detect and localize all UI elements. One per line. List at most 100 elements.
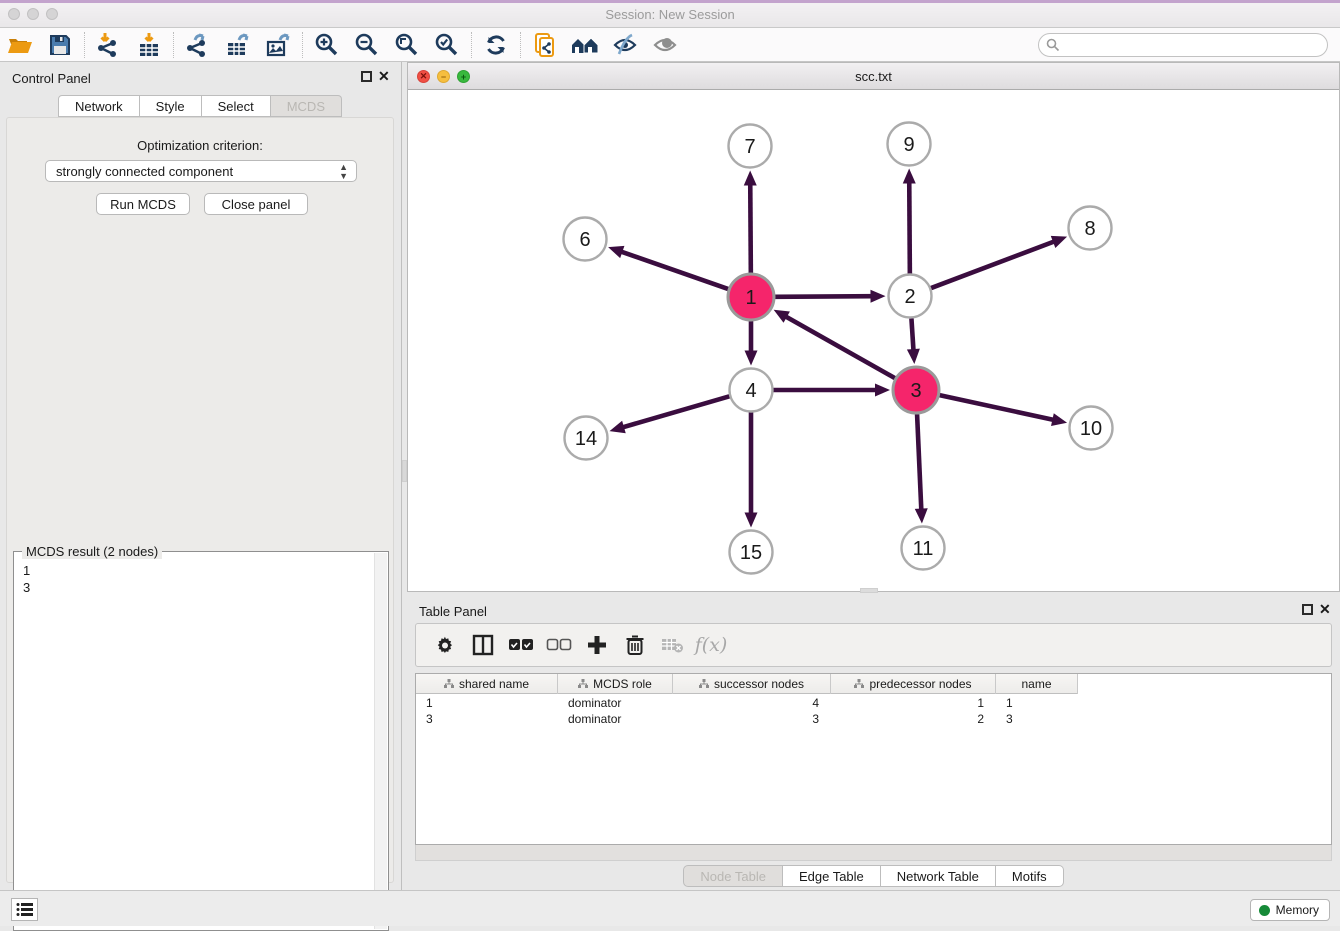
flat-hierarchy-icon <box>578 679 588 689</box>
save-session-icon <box>48 33 72 57</box>
edge-3-11[interactable] <box>917 414 921 512</box>
status-bar: Memory <box>0 890 1340 926</box>
column-header-MCDS-role[interactable]: MCDS role <box>558 674 673 694</box>
edge-1-6[interactable] <box>619 251 728 289</box>
hide-selected-button[interactable] <box>605 30 645 60</box>
refresh-button[interactable] <box>476 30 516 60</box>
show-all-button[interactable] <box>645 30 685 60</box>
export-network-icon <box>185 32 211 58</box>
memory-status-icon <box>1259 905 1270 916</box>
graph-node-label: 7 <box>744 136 755 158</box>
delete-table-button[interactable] <box>654 628 692 662</box>
edge-3-10[interactable] <box>939 395 1055 420</box>
import-table-button[interactable] <box>129 30 169 60</box>
network-window-title: scc.txt <box>408 69 1339 84</box>
tab-network-table[interactable]: Network Table <box>881 865 996 887</box>
column-header-name[interactable]: name <box>996 674 1078 694</box>
zoom-fit-icon <box>394 32 420 58</box>
search-input[interactable] <box>1038 33 1328 57</box>
mcds-result-title: MCDS result (2 nodes) <box>22 544 162 559</box>
tab-network[interactable]: Network <box>58 95 140 117</box>
close-panel-icon[interactable]: ✕ <box>378 69 390 83</box>
add-column-button[interactable] <box>578 628 616 662</box>
table-row[interactable]: 3dominator323 <box>416 711 1333 727</box>
float-table-panel-icon[interactable] <box>1302 604 1313 615</box>
zoom-out-button[interactable] <box>347 30 387 60</box>
first-neighbors-button[interactable] <box>565 30 605 60</box>
tab-mcds[interactable]: MCDS <box>271 95 342 117</box>
export-image-button[interactable] <box>258 30 298 60</box>
close-table-panel-icon[interactable]: ✕ <box>1319 602 1331 616</box>
table-cell: 2 <box>977 712 984 726</box>
node-table[interactable]: shared name MCDS role successor nodesprede… <box>415 673 1332 845</box>
run-mcds-button[interactable]: Run MCDS <box>96 193 190 215</box>
table-settings-icon <box>435 635 455 655</box>
table-settings-button[interactable] <box>426 628 464 662</box>
zoom-in-icon <box>314 32 340 58</box>
task-history-button[interactable] <box>11 898 38 921</box>
edge-2-9[interactable] <box>909 180 910 273</box>
edge-2-3[interactable] <box>911 318 913 352</box>
memory-label: Memory <box>1276 903 1319 917</box>
zoom-selected-button[interactable] <box>427 30 467 60</box>
network-canvas[interactable]: 7968124314101511 <box>408 90 1339 591</box>
export-network-button[interactable] <box>178 30 218 60</box>
save-session-button[interactable] <box>40 30 80 60</box>
close-panel-button[interactable]: Close panel <box>204 193 308 215</box>
memory-button[interactable]: Memory <box>1250 899 1330 921</box>
tab-motifs[interactable]: Motifs <box>996 865 1064 887</box>
table-cell: 1 <box>1006 696 1013 710</box>
result-scrollbar[interactable] <box>374 553 387 929</box>
graph-node-label: 11 <box>913 538 934 560</box>
edge-1-7[interactable] <box>750 182 751 273</box>
graph-node-label: 3 <box>910 380 921 402</box>
first-neighbors-icon <box>570 32 600 58</box>
column-header-successor-nodes[interactable]: successor nodes <box>673 674 831 694</box>
edge-4-14[interactable] <box>621 396 729 428</box>
zoom-fit-button[interactable] <box>387 30 427 60</box>
zoom-in-button[interactable] <box>307 30 347 60</box>
toolbar-separator <box>471 32 472 58</box>
network-window: ✕ − + scc.txt 7968124314101511 <box>407 62 1340 592</box>
criterion-dropdown[interactable]: strongly connected component ▲▼ <box>45 160 357 182</box>
column-selector-button[interactable] <box>464 628 502 662</box>
mcds-result-list[interactable]: 13 <box>15 558 375 928</box>
column-header-predecessor-nodes[interactable]: predecessor nodes <box>831 674 996 694</box>
table-row[interactable]: 1dominator411 <box>416 695 1333 711</box>
deselect-all-rows-button[interactable] <box>540 628 578 662</box>
delete-column-button[interactable] <box>616 628 654 662</box>
mcds-panel: Optimization criterion: strongly connect… <box>6 117 394 883</box>
function-builder-icon: f(x) <box>695 634 728 656</box>
dropdown-stepper-icon: ▲▼ <box>339 163 348 181</box>
edge-2-8[interactable] <box>931 241 1056 288</box>
function-builder-button[interactable]: f(x) <box>692 628 730 662</box>
export-table-button[interactable] <box>218 30 258 60</box>
import-network-button[interactable] <box>89 30 129 60</box>
column-header-label: shared name <box>459 677 529 691</box>
select-all-rows-button[interactable] <box>502 628 540 662</box>
table-cell: 1 <box>426 696 433 710</box>
table-hscrollbar[interactable] <box>415 845 1332 861</box>
titlebar-accent <box>0 0 1340 3</box>
column-header-shared-name[interactable]: shared name <box>416 674 558 694</box>
network-graph[interactable]: 7968124314101511 <box>408 90 1339 591</box>
flat-hierarchy-icon <box>444 679 454 689</box>
table-cell: 3 <box>812 712 819 726</box>
control-panel-title: Control Panel <box>12 71 91 86</box>
edge-arrowhead <box>608 246 624 258</box>
edge-3-1[interactable] <box>784 316 895 379</box>
float-panel-icon[interactable] <box>361 71 372 82</box>
tab-node-table[interactable]: Node Table <box>683 865 783 887</box>
toolbar-separator <box>173 32 174 58</box>
open-session-button[interactable] <box>0 30 40 60</box>
tab-select[interactable]: Select <box>202 95 271 117</box>
horizontal-splitter-handle[interactable] <box>860 588 878 593</box>
edge-arrowhead <box>745 513 758 528</box>
edge-1-2[interactable] <box>775 296 874 297</box>
tab-style[interactable]: Style <box>140 95 202 117</box>
graph-node-label: 10 <box>1080 418 1102 440</box>
clone-network-button[interactable] <box>525 30 565 60</box>
column-header-label: MCDS role <box>593 677 652 691</box>
network-window-titlebar[interactable]: ✕ − + scc.txt <box>408 63 1339 90</box>
tab-edge-table[interactable]: Edge Table <box>783 865 881 887</box>
